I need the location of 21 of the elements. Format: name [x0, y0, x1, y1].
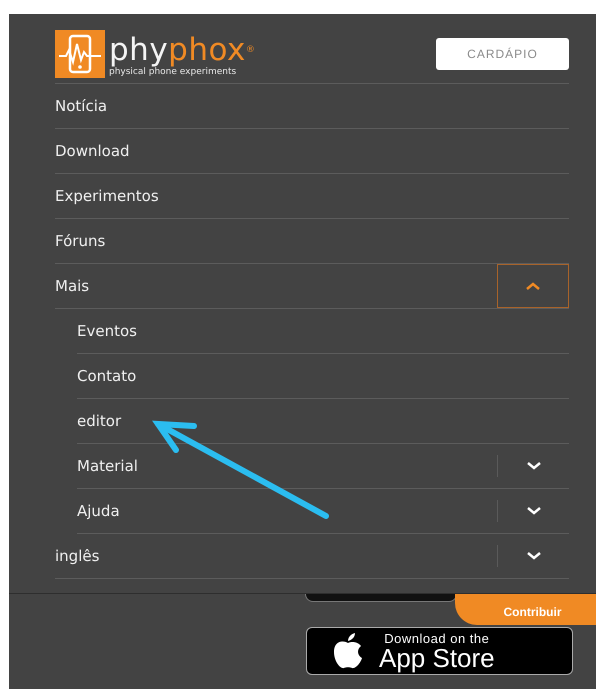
menu-item[interactable]: Download — [55, 129, 569, 173]
menu-item[interactable]: editor — [77, 399, 569, 443]
menu-item[interactable]: Ajuda — [77, 489, 497, 533]
menu-item[interactable]: Eventos — [77, 309, 569, 353]
logo-tagline: physical phone experiments — [109, 66, 238, 78]
menu-item[interactable]: Experimentos — [55, 174, 569, 218]
chevron-down-icon — [526, 506, 542, 516]
chevron-down-icon — [526, 461, 542, 471]
chevron-up-icon — [525, 281, 541, 291]
apple-icon — [331, 632, 365, 670]
menu-item[interactable]: Mais — [55, 264, 497, 308]
collapse-toggle[interactable] — [497, 264, 569, 308]
logo-icon — [55, 30, 105, 78]
logo-wordmark: phyphox$^{®}$ — [109, 34, 256, 66]
menu-item[interactable]: Material — [77, 444, 497, 488]
app-store-badge[interactable]: Download on the App Store — [306, 627, 573, 675]
chevron-down-icon — [526, 551, 542, 561]
menu-item[interactable]: Fóruns — [55, 219, 569, 263]
menu-item[interactable]: Notícia — [55, 84, 569, 128]
menu-item[interactable]: inglês — [55, 534, 497, 578]
menu-item[interactable]: Contato — [77, 354, 569, 398]
